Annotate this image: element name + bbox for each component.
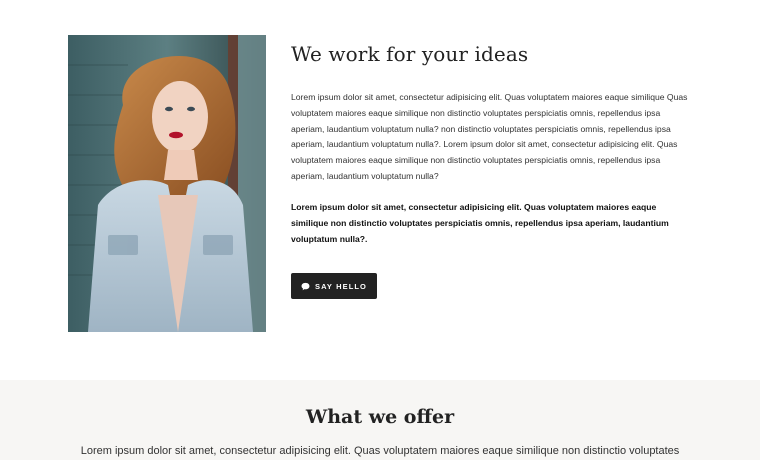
about-heading: We work for your ideas — [291, 42, 529, 66]
portrait-photo — [68, 35, 266, 332]
offer-text: Lorem ipsum dolor sit amet, consectetur … — [80, 445, 680, 457]
about-section: We work for your ideas Lorem ipsum dolor… — [0, 0, 760, 380]
portrait-illustration — [68, 35, 266, 332]
about-content: We work for your ideas Lorem ipsum dolor… — [291, 42, 693, 299]
offer-section: What we offer Lorem ipsum dolor sit amet… — [0, 380, 760, 460]
about-paragraph: Lorem ipsum dolor sit amet, consectetur … — [291, 92, 688, 181]
say-hello-label: SAY HELLO — [315, 281, 367, 291]
offer-title: What we offer — [305, 406, 455, 428]
say-hello-button[interactable]: SAY HELLO — [291, 273, 377, 299]
about-paragraph-bold: Lorem ipsum dolor sit amet, consectetur … — [291, 202, 669, 244]
chat-bubble-icon — [301, 282, 310, 291]
